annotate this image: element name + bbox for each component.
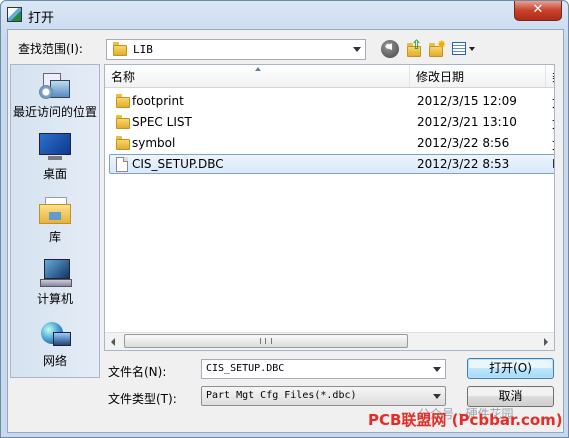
sort-ascending-icon bbox=[255, 67, 261, 71]
place-label: 库 bbox=[48, 230, 61, 244]
list-item[interactable]: footprint 2012/3/15 12:09 文 bbox=[105, 91, 554, 112]
filename-label: 文件名(N): bbox=[108, 365, 167, 379]
app-icon bbox=[7, 7, 22, 22]
close-button[interactable]: ✕ bbox=[514, 1, 562, 21]
libraries-icon bbox=[39, 196, 71, 226]
horizontal-scrollbar[interactable] bbox=[105, 332, 554, 350]
scrollbar-thumb[interactable] bbox=[124, 334, 408, 348]
view-menu-icon[interactable] bbox=[451, 40, 477, 58]
desktop-icon bbox=[38, 133, 72, 163]
item-name: SPEC LIST bbox=[132, 115, 192, 129]
item-name: footprint bbox=[132, 94, 184, 108]
column-header-name[interactable]: 名称 bbox=[105, 65, 410, 87]
place-label: 桌面 bbox=[42, 167, 67, 181]
column-header-date[interactable]: 修改日期 bbox=[410, 65, 546, 87]
file-list: 名称 修改日期 类 footprint 2012/3/15 12:09 文 SP… bbox=[104, 64, 555, 351]
folder-icon bbox=[116, 115, 130, 129]
place-label: 网络 bbox=[42, 354, 67, 368]
list-item-selected[interactable]: CIS_SETUP.DBC 2012/3/22 8:53 D bbox=[105, 154, 554, 175]
lookin-dropdown[interactable]: LIB bbox=[106, 39, 366, 60]
item-type: 文 bbox=[552, 94, 554, 111]
recent-places-icon bbox=[39, 71, 71, 101]
cancel-button[interactable]: 取消 bbox=[467, 386, 554, 407]
lookin-value: LIB bbox=[133, 43, 153, 56]
item-type: 文 bbox=[552, 136, 554, 153]
file-icon bbox=[116, 157, 128, 172]
lookin-label: 查找范围(I): bbox=[18, 42, 83, 56]
watermark: PCB联盟网 (Pcbbar.com) bbox=[368, 411, 563, 429]
place-label: 计算机 bbox=[36, 292, 73, 306]
item-date: 2012/3/15 12:09 bbox=[417, 94, 517, 108]
place-recent[interactable]: 最近访问的位置 bbox=[11, 71, 99, 120]
up-folder-icon[interactable]: ⇧ bbox=[405, 38, 423, 58]
chevron-down-icon bbox=[353, 47, 361, 52]
folder-icon bbox=[116, 94, 130, 108]
network-icon bbox=[39, 320, 71, 350]
place-desktop[interactable]: 桌面 bbox=[11, 133, 99, 182]
list-header: 名称 修改日期 类 bbox=[105, 65, 554, 88]
item-date: 2012/3/21 13:10 bbox=[417, 115, 517, 129]
item-name: CIS_SETUP.DBC bbox=[132, 157, 224, 171]
filetype-select[interactable]: Part Mgt Cfg Files(*.dbc) bbox=[201, 386, 446, 406]
computer-icon bbox=[38, 258, 72, 288]
list-item[interactable]: symbol 2012/3/22 8:56 文 bbox=[105, 133, 554, 154]
chevron-down-icon bbox=[433, 394, 441, 399]
column-header-type[interactable]: 类 bbox=[546, 65, 554, 87]
item-name: symbol bbox=[132, 136, 176, 150]
item-type: D bbox=[552, 157, 554, 171]
chevron-down-icon[interactable] bbox=[433, 367, 441, 372]
back-icon[interactable] bbox=[381, 40, 399, 58]
title-bar[interactable]: 打开 ✕ bbox=[1, 1, 568, 29]
place-network[interactable]: 网络 bbox=[11, 320, 99, 369]
scroll-right-icon[interactable] bbox=[537, 333, 554, 350]
place-computer[interactable]: 计算机 bbox=[11, 258, 99, 307]
list-item[interactable]: SPEC LIST 2012/3/21 13:10 文 bbox=[105, 112, 554, 133]
place-libraries[interactable]: 库 bbox=[11, 196, 99, 245]
folder-icon bbox=[116, 136, 130, 150]
filename-input[interactable]: CIS_SETUP.DBC bbox=[201, 359, 446, 379]
open-button[interactable]: 打开(O) bbox=[467, 358, 554, 379]
item-type: 文 bbox=[552, 115, 554, 132]
scroll-left-icon[interactable] bbox=[105, 333, 122, 350]
filetype-label: 文件类型(T): bbox=[108, 392, 177, 406]
places-bar: 最近访问的位置 桌面 库 计算机 网络 bbox=[10, 64, 100, 378]
place-label: 最近访问的位置 bbox=[12, 105, 97, 119]
item-date: 2012/3/22 8:56 bbox=[417, 136, 510, 150]
item-date: 2012/3/22 8:53 bbox=[417, 157, 510, 171]
window-title: 打开 bbox=[28, 11, 55, 26]
folder-icon bbox=[113, 42, 127, 56]
new-folder-icon[interactable]: ✸ bbox=[428, 38, 446, 58]
